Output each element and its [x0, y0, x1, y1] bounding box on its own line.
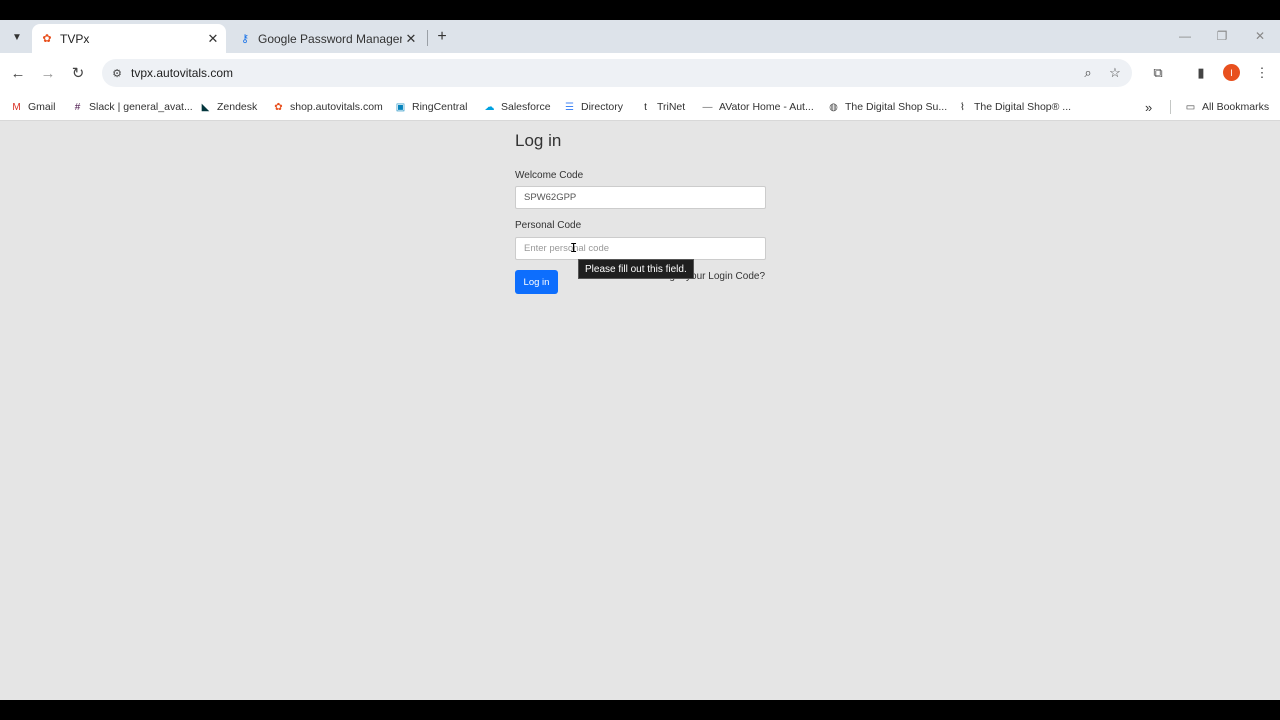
validation-tooltip: Please fill out this field.: [578, 259, 694, 279]
document-icon: ☰: [565, 101, 574, 113]
url-text: tvpx.autovitals.com: [131, 66, 234, 80]
bookmarks-divider: [1170, 100, 1171, 114]
bookmark-avator-home[interactable]: — AVator Home - Aut...: [701, 99, 814, 115]
side-panel-icon[interactable]: ▮: [1191, 63, 1211, 83]
bookmark-gmail[interactable]: M Gmail: [10, 99, 55, 115]
page-title: Log in: [515, 131, 562, 150]
tvpx-favicon-icon: ✿: [42, 33, 52, 45]
tab-google-password-manager[interactable]: ⚷ Google Password Manager ✕: [230, 24, 424, 53]
dash-icon: —: [702, 101, 713, 113]
tab-search-icon[interactable]: ▼: [7, 27, 27, 47]
bookmark-zendesk[interactable]: ◣ Zendesk: [199, 99, 258, 115]
bookmark-shop-autovitals[interactable]: ✿ shop.autovitals.com: [272, 99, 383, 115]
site-info-icon[interactable]: ⚙: [109, 65, 125, 81]
bookmark-digital-shop[interactable]: ⌇ The Digital Shop® ...: [956, 99, 1071, 115]
restore-icon[interactable]: ❐: [1211, 26, 1233, 46]
login-button[interactable]: Log in: [515, 270, 558, 294]
all-bookmarks[interactable]: ▭ All Bookmarks: [1184, 99, 1269, 115]
autovitals-icon: ✿: [274, 101, 283, 113]
profile-avatar[interactable]: I: [1223, 64, 1240, 81]
browser-window: ▼ ✿ TVPx ✕ ⚷ Google Password Manager ✕ +…: [0, 20, 1280, 700]
extensions-icon[interactable]: ⧉: [1148, 63, 1168, 83]
browser-toolbar: ← → ↻ ⚙ tvpx.autovitals.com ⌕ ☆ ⧉ ▮ I ⋮: [0, 53, 1280, 93]
folder-icon: ▭: [1185, 101, 1196, 113]
tab-tvpx[interactable]: ✿ TVPx ✕: [32, 24, 226, 53]
tab-divider: [427, 30, 428, 46]
tab-strip: ▼ ✿ TVPx ✕ ⚷ Google Password Manager ✕ +…: [0, 20, 1280, 53]
slack-icon: #: [74, 101, 81, 113]
zendesk-icon: ◣: [201, 101, 210, 113]
ringcentral-icon: ▣: [395, 101, 406, 113]
zoom-icon[interactable]: ⌕: [1080, 65, 1096, 81]
bookmark-star-icon[interactable]: ☆: [1107, 65, 1123, 81]
minimize-icon[interactable]: —: [1174, 26, 1196, 46]
trinet-icon: t: [644, 101, 647, 113]
window-close-icon[interactable]: ✕: [1249, 26, 1271, 46]
bookmark-trinet[interactable]: t TriNet: [639, 99, 685, 115]
tab-title: TVPx: [60, 31, 90, 46]
bookmark-slack[interactable]: # Slack | general_avat...: [71, 99, 193, 115]
personal-code-label: Personal Code: [515, 220, 582, 231]
bookmarks-bar: M Gmail # Slack | general_avat... ◣ Zendesk…: [0, 93, 1280, 121]
welcome-code-label: Welcome Code: [515, 170, 584, 181]
tab-title: Google Password Manager: [258, 31, 402, 46]
globe-icon: ◍: [829, 101, 838, 113]
salesforce-icon: ☁: [484, 101, 495, 113]
text-cursor-icon: I: [570, 241, 578, 255]
more-bookmarks-icon[interactable]: »: [1145, 99, 1152, 115]
menu-icon[interactable]: ⋮: [1252, 63, 1272, 83]
new-tab-icon[interactable]: +: [432, 27, 452, 47]
personal-code-input[interactable]: [515, 237, 766, 260]
close-icon[interactable]: ✕: [204, 30, 222, 48]
key-icon: ⚷: [240, 33, 250, 45]
gmail-icon: M: [12, 101, 21, 113]
bookmark-salesforce[interactable]: ☁ Salesforce: [483, 99, 551, 115]
back-icon[interactable]: ←: [8, 63, 28, 83]
bookmark-ringcentral[interactable]: ▣ RingCentral: [394, 99, 468, 115]
reload-icon[interactable]: ↻: [68, 63, 88, 83]
bookmark-directory[interactable]: ☰ Directory: [563, 99, 623, 115]
page-content: Log in Welcome Code Personal Code Log in…: [0, 121, 1280, 700]
close-icon[interactable]: ✕: [402, 30, 420, 48]
welcome-code-input[interactable]: [515, 186, 766, 209]
pulse-icon: ⌇: [960, 101, 965, 113]
bookmark-digital-shop-su[interactable]: ◍ The Digital Shop Su...: [827, 99, 947, 115]
address-bar[interactable]: ⚙ tvpx.autovitals.com ⌕ ☆: [102, 59, 1132, 87]
forward-icon[interactable]: →: [38, 63, 58, 83]
